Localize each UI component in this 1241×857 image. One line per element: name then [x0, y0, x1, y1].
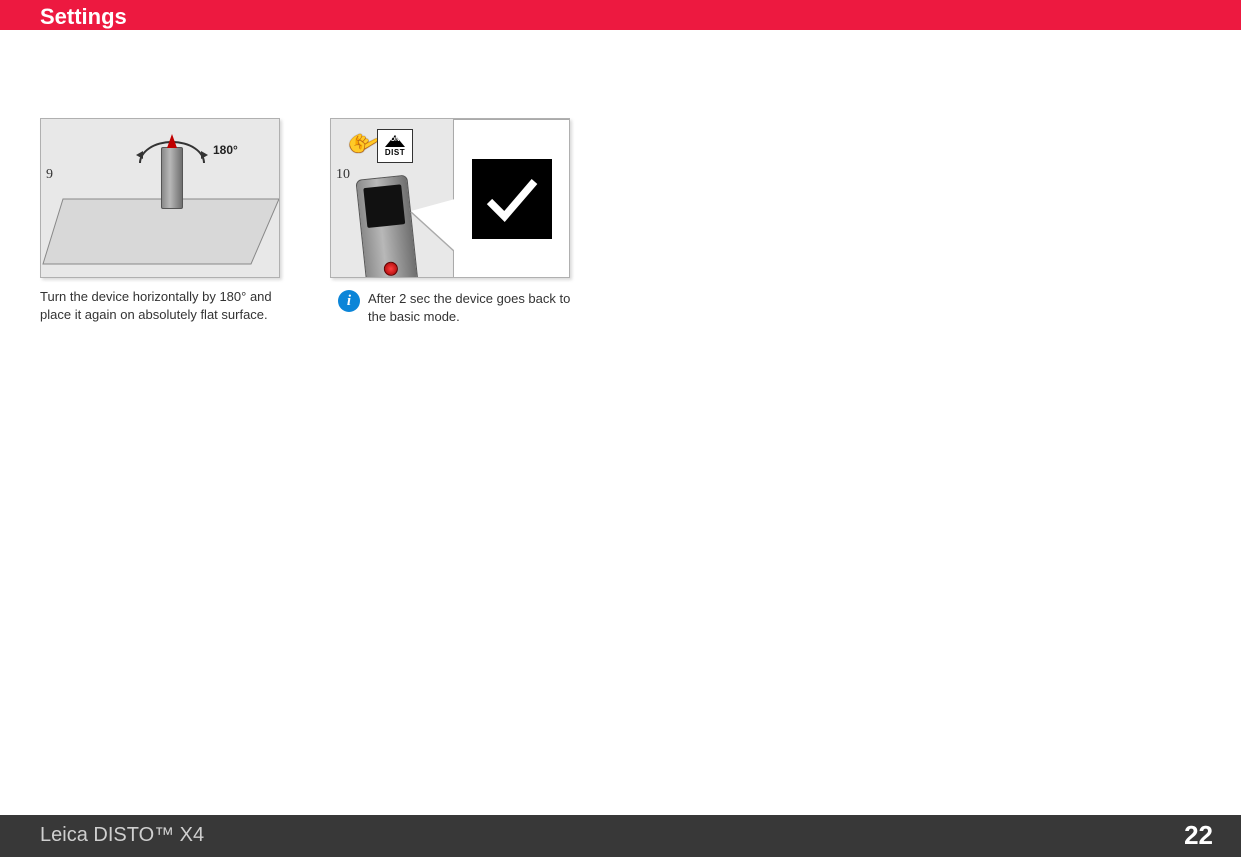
callout-tail: [411, 199, 455, 251]
device-illustration: [355, 175, 418, 278]
step-number: 9: [46, 167, 53, 183]
step-9: 9 180° Turn the device horizontally by 1…: [40, 118, 300, 323]
on-dist-button-icon: ON DIST: [377, 129, 413, 163]
angle-label: 180°: [213, 143, 238, 157]
device-illustration: [161, 147, 183, 209]
step-10: 10 ☝ ON DIST i After 2 sec the device go…: [330, 118, 590, 325]
dist-label: DIST: [385, 148, 405, 157]
checkmark-icon: [472, 159, 552, 239]
content-area: 9 180° Turn the device horizontally by 1…: [0, 30, 1241, 90]
step-number: 10: [336, 167, 350, 183]
device-screen: [363, 184, 405, 228]
info-text: After 2 sec the device goes back to the …: [368, 290, 590, 325]
confirmation-callout: [453, 119, 570, 278]
product-name: Leica DISTO™ X4: [40, 824, 204, 847]
figure-step-9: 9 180°: [40, 118, 280, 278]
info-note: i After 2 sec the device goes back to th…: [338, 290, 590, 325]
header-title: Settings: [40, 4, 127, 29]
page-number: 22: [1184, 820, 1213, 851]
device-red-button: [383, 261, 398, 276]
page-footer: Leica DISTO™ X4 22: [0, 815, 1241, 857]
figure-step-10: 10 ☝ ON DIST: [330, 118, 570, 278]
on-label: ON: [389, 137, 401, 143]
info-icon: i: [338, 290, 360, 312]
page-header: Settings: [0, 0, 1241, 30]
step-caption: Turn the device horizontally by 180° and…: [40, 288, 300, 323]
